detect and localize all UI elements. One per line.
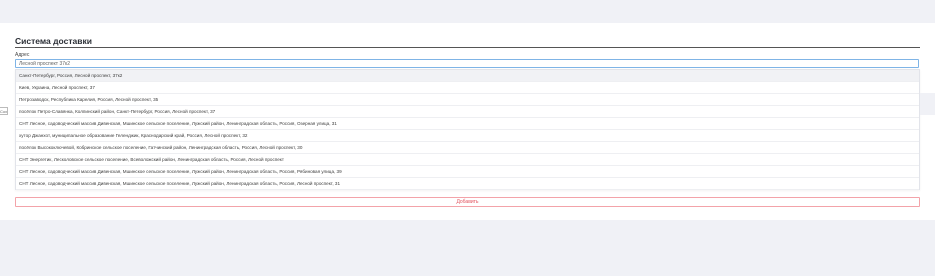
suggestion-item[interactable]: СНТ Лесное, садоводческий массив Дивенск… — [16, 178, 919, 190]
suggestion-item[interactable]: Киев, Украина, Лесной проспект, 37 — [16, 82, 919, 94]
background-strip — [920, 93, 935, 115]
suggestion-item[interactable]: Петрозаводск, Республика Карелия, Россия… — [16, 94, 919, 106]
page-title: Система доставки — [15, 36, 92, 46]
suggestion-item[interactable]: СНТ Лесное, садоводческий массив Дивенск… — [16, 166, 919, 178]
suggestion-item[interactable]: посёлок Петро-Славянка, Колпинский район… — [16, 106, 919, 118]
address-input[interactable]: Лесной проспект 37к2 — [15, 59, 919, 68]
suggestion-item[interactable]: СНТ Энергетик, Лесколовское сельское пос… — [16, 154, 919, 166]
suggestion-item[interactable]: СНТ Лесное, садоводческий массив Дивенск… — [16, 118, 919, 130]
title-divider — [15, 47, 920, 48]
hidden-button-peek[interactable]: Сох — [0, 107, 8, 115]
suggestion-item[interactable]: посёлок Высокоключевой, Кобринское сельс… — [16, 142, 919, 154]
address-suggestions-dropdown: Санкт-Петербург, Россия, Лесной проспект… — [15, 69, 920, 190]
add-button[interactable]: Добавить — [15, 197, 920, 207]
address-label: Адрес — [15, 52, 30, 58]
suggestion-item[interactable]: Санкт-Петербург, Россия, Лесной проспект… — [16, 70, 919, 82]
suggestion-item[interactable]: хутор Джанхот, муниципальное образование… — [16, 130, 919, 142]
